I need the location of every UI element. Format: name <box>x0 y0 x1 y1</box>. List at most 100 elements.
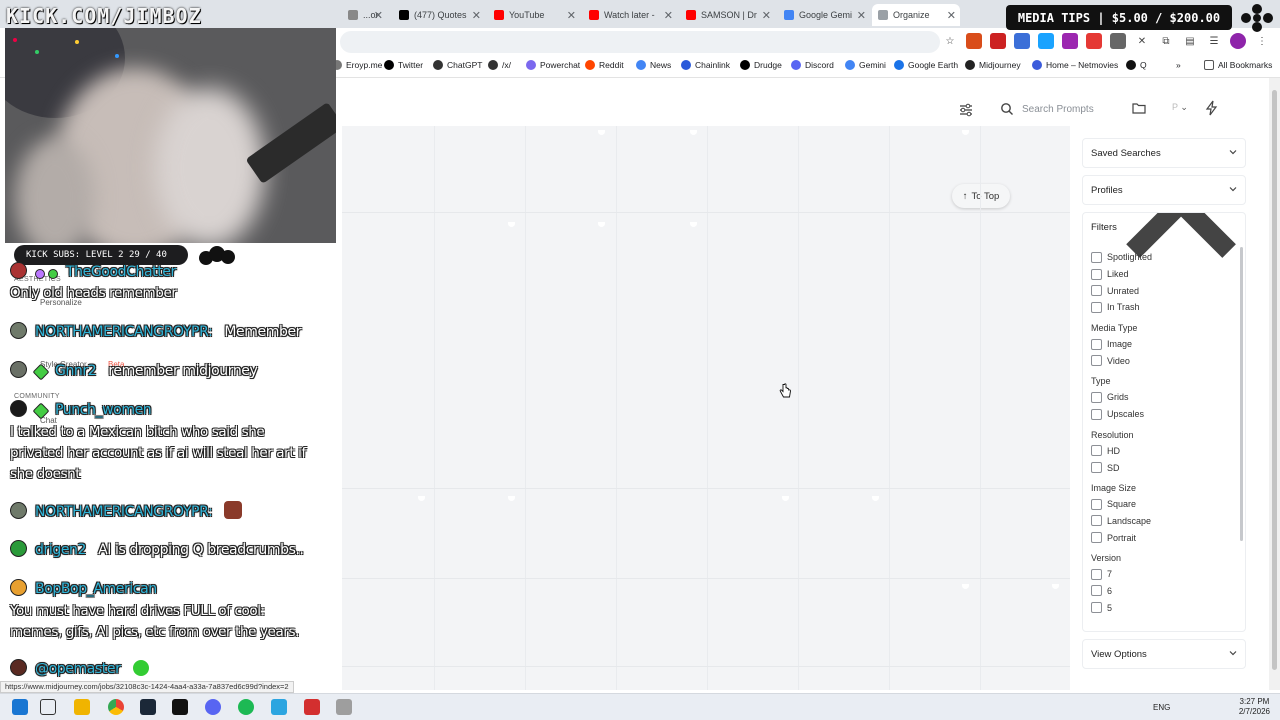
task-view-icon[interactable] <box>40 699 56 715</box>
filter-option[interactable]: Upscales <box>1091 406 1237 423</box>
bookmark-item[interactable]: Home – Netmovies <box>1032 60 1118 70</box>
to-top-button[interactable]: ↑ To Top <box>952 184 1010 208</box>
personalize-select[interactable]: P ⌄ <box>1172 102 1188 113</box>
checkbox[interactable] <box>1091 532 1102 544</box>
sliders-icon[interactable] <box>958 102 974 118</box>
app-icon[interactable] <box>336 699 352 715</box>
checkbox[interactable] <box>1091 285 1102 297</box>
close-icon[interactable]: ✕ <box>857 9 866 22</box>
extension-icon[interactable] <box>1110 33 1126 49</box>
bookmark-item[interactable]: Gemini <box>845 60 886 70</box>
menu-icon[interactable]: ☰ <box>1206 33 1222 49</box>
checkbox[interactable] <box>1091 355 1102 367</box>
extension-icon[interactable] <box>1062 33 1078 49</box>
filter-option[interactable]: 5 <box>1091 599 1237 616</box>
saved-searches-accordion[interactable]: Saved Searches <box>1082 138 1246 168</box>
all-bookmarks-button[interactable]: All Bookmarks <box>1204 60 1272 70</box>
view-options-accordion[interactable]: View Options <box>1082 639 1246 669</box>
bookmarks-more-button[interactable]: » <box>1176 60 1181 70</box>
filter-option[interactable]: Landscape <box>1091 513 1237 530</box>
checkbox[interactable] <box>1091 408 1102 420</box>
bookmark-item[interactable]: Q <box>1126 60 1147 70</box>
clock[interactable]: 3:27 PM 2/7/2026 <box>1239 697 1270 717</box>
bookmark-item[interactable]: Twitter <box>384 60 423 70</box>
discord-icon[interactable] <box>205 699 221 715</box>
bookmark-item[interactable]: /x/ <box>488 60 511 70</box>
folder-icon[interactable] <box>1132 102 1146 114</box>
bookmark-item[interactable]: Reddit <box>585 60 624 70</box>
checkbox[interactable] <box>1091 585 1102 597</box>
star-icon[interactable]: ☆ <box>942 33 958 49</box>
profile-icon[interactable] <box>1230 33 1246 49</box>
browser-tab[interactable]: ...or ✕ <box>342 4 387 26</box>
filter-option[interactable]: Spotlighted <box>1091 249 1237 266</box>
close-icon[interactable]: ✕ <box>374 9 383 22</box>
close-icon[interactable]: ✕ <box>567 9 576 22</box>
steam-icon[interactable] <box>140 699 156 715</box>
browser-tab[interactable]: YouTube ✕ <box>488 4 580 26</box>
bookmark-item[interactable]: Eroyp.me <box>332 60 382 70</box>
bookmark-item[interactable]: Midjourney <box>965 60 1021 70</box>
close-icon[interactable]: ✕ <box>664 9 673 22</box>
filters-header[interactable]: Filters <box>1083 213 1245 258</box>
media-icon[interactable]: ▤ <box>1182 33 1198 49</box>
checkbox[interactable] <box>1091 462 1102 474</box>
extension-icon[interactable] <box>1014 33 1030 49</box>
page-scrollbar[interactable] <box>1269 78 1280 690</box>
bookmark-item[interactable]: News <box>636 60 671 70</box>
puzzle-icon[interactable]: ⧉ <box>1158 33 1174 49</box>
bookmark-item[interactable]: ChatGPT <box>433 60 482 70</box>
close-icon[interactable]: ✕ <box>947 9 956 22</box>
address-bar[interactable] <box>340 31 940 53</box>
extension-icon[interactable] <box>990 33 1006 49</box>
start-icon[interactable] <box>12 699 28 715</box>
x-icon[interactable]: ✕ <box>1134 33 1150 49</box>
browser-tab[interactable]: Google Gemi ✕ <box>778 4 870 26</box>
checkbox[interactable] <box>1091 498 1102 510</box>
chrome-icon[interactable] <box>108 699 124 715</box>
bookmark-item[interactable]: Drudge <box>740 60 782 70</box>
checkbox[interactable] <box>1091 301 1102 313</box>
close-icon[interactable]: ✕ <box>762 9 771 22</box>
checkbox[interactable] <box>1091 391 1102 403</box>
browser-tab[interactable]: (477) Quotes ✕ <box>393 4 485 26</box>
filter-option[interactable]: 7 <box>1091 566 1237 583</box>
terminal-icon[interactable] <box>172 699 188 715</box>
checkbox[interactable] <box>1091 268 1102 280</box>
extension-icon[interactable] <box>966 33 982 49</box>
filter-option[interactable]: Portrait <box>1091 529 1237 546</box>
filter-option[interactable]: HD <box>1091 443 1237 460</box>
checkbox[interactable] <box>1091 602 1102 614</box>
checkbox[interactable] <box>1091 251 1102 263</box>
close-icon[interactable]: ✕ <box>472 9 481 22</box>
kebab-menu-icon[interactable]: ⋮ <box>1254 33 1270 49</box>
bookmark-item[interactable]: Powerchat <box>526 60 580 70</box>
profiles-accordion[interactable]: Profiles <box>1082 175 1246 205</box>
checkbox[interactable] <box>1091 338 1102 350</box>
filter-option[interactable]: SD <box>1091 459 1237 476</box>
filter-option[interactable]: Liked <box>1091 266 1237 283</box>
filters-scrollbar[interactable] <box>1240 247 1243 541</box>
bookmark-item[interactable]: Google Earth <box>894 60 958 70</box>
filter-option[interactable]: In Trash <box>1091 299 1237 316</box>
file-explorer-icon[interactable] <box>74 699 90 715</box>
browser-tab[interactable]: Organize ✕ <box>872 4 960 26</box>
filter-option[interactable]: 6 <box>1091 583 1237 600</box>
scrollbar-thumb[interactable] <box>1272 90 1277 670</box>
filter-option[interactable]: Unrated <box>1091 282 1237 299</box>
app-icon[interactable] <box>304 699 320 715</box>
lightning-icon[interactable] <box>1204 100 1220 116</box>
browser-tab[interactable]: SAMSON | Dr ✕ <box>680 4 775 26</box>
input-language[interactable]: ENG <box>1153 703 1170 712</box>
spotify-icon[interactable] <box>238 699 254 715</box>
checkbox[interactable] <box>1091 568 1102 580</box>
browser-tab[interactable]: Watch later - ✕ <box>583 4 677 26</box>
checkbox[interactable] <box>1091 445 1102 457</box>
bookmark-item[interactable]: Chainlink <box>681 60 730 70</box>
checkbox[interactable] <box>1091 515 1102 527</box>
filter-option[interactable]: Image <box>1091 336 1237 353</box>
bookmark-item[interactable]: Discord <box>791 60 834 70</box>
extension-icon[interactable] <box>1086 33 1102 49</box>
extension-icon[interactable] <box>1038 33 1054 49</box>
telegram-icon[interactable] <box>271 699 287 715</box>
